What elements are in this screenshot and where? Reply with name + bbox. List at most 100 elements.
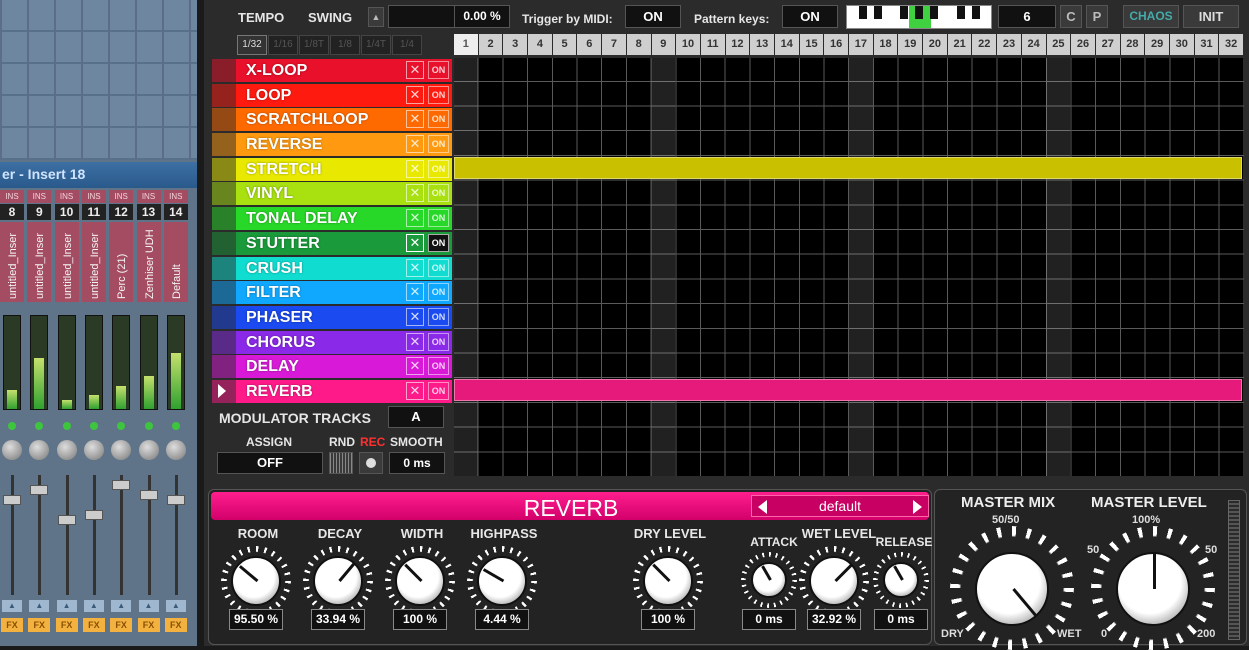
- channel-active-led[interactable]: [117, 422, 126, 430]
- channel-name-strip[interactable]: untitled_Inser: [27, 222, 52, 302]
- track-on-button[interactable]: ON: [428, 85, 449, 104]
- step-number[interactable]: 25: [1046, 34, 1071, 55]
- step-number[interactable]: 23: [997, 34, 1021, 55]
- step-number[interactable]: 13: [750, 34, 774, 55]
- channel-fader[interactable]: [166, 495, 185, 505]
- channel-pan-knob[interactable]: [2, 440, 22, 460]
- pattern-piano-keys[interactable]: [846, 5, 992, 29]
- channel-active-led[interactable]: [8, 422, 16, 430]
- fx-button[interactable]: FX: [82, 618, 105, 632]
- insert-button[interactable]: INS: [27, 190, 52, 203]
- channel-active-led[interactable]: [62, 422, 71, 430]
- track-clear-button[interactable]: ✕: [406, 85, 424, 104]
- track-clear-button[interactable]: ✕: [406, 381, 424, 400]
- preset-selector[interactable]: default: [751, 495, 929, 517]
- track-clear-button[interactable]: ✕: [406, 110, 424, 129]
- arrow-up-icon[interactable]: ▲: [29, 600, 50, 612]
- step-number[interactable]: 31: [1194, 34, 1219, 55]
- fx-button[interactable]: FX: [164, 618, 187, 632]
- division-button[interactable]: 1/4: [392, 35, 422, 55]
- step-number[interactable]: 22: [972, 34, 997, 55]
- step-number[interactable]: 2: [478, 34, 503, 55]
- fx-button[interactable]: FX: [1, 618, 23, 632]
- step-number[interactable]: 7: [602, 34, 626, 55]
- division-button[interactable]: 1/8: [330, 35, 360, 55]
- track-clear-button[interactable]: ✕: [406, 184, 424, 203]
- step-cells[interactable]: [454, 58, 1244, 476]
- channel-fader[interactable]: [139, 490, 158, 500]
- preset-next-icon[interactable]: [913, 500, 922, 514]
- modulator-track-select[interactable]: A: [388, 406, 444, 428]
- track-on-button[interactable]: ON: [428, 381, 449, 400]
- channel-name-strip[interactable]: Perc (21): [109, 222, 134, 302]
- step-number[interactable]: 15: [799, 34, 824, 55]
- channel-active-led[interactable]: [171, 422, 180, 430]
- pattern-number[interactable]: 6: [998, 5, 1056, 28]
- channel-name-strip[interactable]: untitled_Inser: [54, 222, 79, 302]
- track-on-button[interactable]: ON: [428, 233, 449, 252]
- channel-name-strip[interactable]: untitled_Inser: [81, 222, 106, 302]
- step-number[interactable]: 12: [725, 34, 750, 55]
- channel-active-led[interactable]: [144, 422, 153, 430]
- knob-value[interactable]: 0 ms: [742, 609, 796, 630]
- insert-button[interactable]: INS: [163, 190, 188, 203]
- track-clear-button[interactable]: ✕: [406, 159, 424, 178]
- effect-track-row[interactable]: CHORUS ✕ ON: [212, 330, 452, 355]
- effect-track-row[interactable]: STUTTER ✕ ON: [212, 231, 452, 256]
- step-number[interactable]: 10: [676, 34, 700, 55]
- channel-pan-knob[interactable]: [165, 440, 186, 460]
- step-number[interactable]: 14: [774, 34, 799, 55]
- step-sequencer-grid[interactable]: 1 2 3 4 5 6 7 8 9 10 11 12 13 14 15 16 17 18 19 20 21 22 23 24 2…: [454, 34, 1244, 476]
- track-on-button[interactable]: ON: [428, 159, 449, 178]
- effect-track-row[interactable]: VINYL ✕ ON: [212, 181, 452, 206]
- chaos-button[interactable]: CHAOS: [1123, 5, 1179, 28]
- step-number[interactable]: 18: [873, 34, 898, 55]
- step-number[interactable]: 20: [923, 34, 947, 55]
- track-on-button[interactable]: ON: [428, 61, 449, 79]
- insert-button[interactable]: INS: [0, 190, 24, 203]
- step-number[interactable]: 26: [1071, 34, 1095, 55]
- step-number[interactable]: 28: [1120, 34, 1145, 55]
- parameter-knob[interactable]: [231, 556, 281, 606]
- channel-name-strip[interactable]: Default: [163, 222, 188, 302]
- step-number[interactable]: 8: [626, 34, 651, 55]
- arrow-up-icon[interactable]: ▲: [56, 600, 77, 612]
- swing-value-field[interactable]: [388, 5, 456, 28]
- init-button[interactable]: INIT: [1183, 5, 1239, 28]
- fx-button[interactable]: FX: [28, 618, 51, 632]
- copy-pattern-button[interactable]: C: [1060, 5, 1082, 28]
- track-clear-button[interactable]: ✕: [406, 307, 424, 326]
- reverb-active-bar[interactable]: [454, 379, 1242, 401]
- knob-value[interactable]: 4.44 %: [475, 609, 529, 630]
- parameter-knob[interactable]: [313, 556, 363, 606]
- channel-fader[interactable]: [84, 510, 103, 520]
- insert-button[interactable]: INS: [136, 190, 161, 203]
- effect-track-row[interactable]: FILTER ✕ ON: [212, 280, 452, 305]
- track-clear-button[interactable]: ✕: [406, 357, 424, 376]
- track-on-button[interactable]: ON: [428, 307, 449, 326]
- parameter-knob[interactable]: [809, 556, 859, 606]
- stretch-active-bar[interactable]: [454, 157, 1242, 179]
- step-number[interactable]: 3: [503, 34, 528, 55]
- division-button[interactable]: 1/32: [237, 35, 267, 55]
- arrow-up-icon[interactable]: ▲: [165, 600, 186, 612]
- channel-pan-knob[interactable]: [29, 440, 50, 460]
- channel-pan-knob[interactable]: [111, 440, 132, 460]
- trigger-midi-toggle[interactable]: ON: [625, 5, 681, 28]
- step-number[interactable]: 5: [552, 34, 577, 55]
- step-number[interactable]: 11: [700, 34, 725, 55]
- channel-pan-knob[interactable]: [56, 440, 77, 460]
- channel-pan-knob[interactable]: [83, 440, 104, 460]
- effect-track-row[interactable]: REVERB ✕ ON: [212, 379, 452, 404]
- channel-fader[interactable]: [57, 515, 76, 525]
- track-clear-button[interactable]: ✕: [406, 135, 424, 154]
- track-clear-button[interactable]: ✕: [406, 233, 424, 252]
- fx-button[interactable]: FX: [137, 618, 160, 632]
- fx-button[interactable]: FX: [55, 618, 78, 632]
- step-number[interactable]: 1: [454, 34, 478, 55]
- channel-active-led[interactable]: [35, 422, 44, 430]
- effect-track-row[interactable]: PHASER ✕ ON: [212, 305, 452, 330]
- parameter-knob[interactable]: [395, 556, 445, 606]
- step-number[interactable]: 21: [947, 34, 972, 55]
- step-number[interactable]: 24: [1021, 34, 1046, 55]
